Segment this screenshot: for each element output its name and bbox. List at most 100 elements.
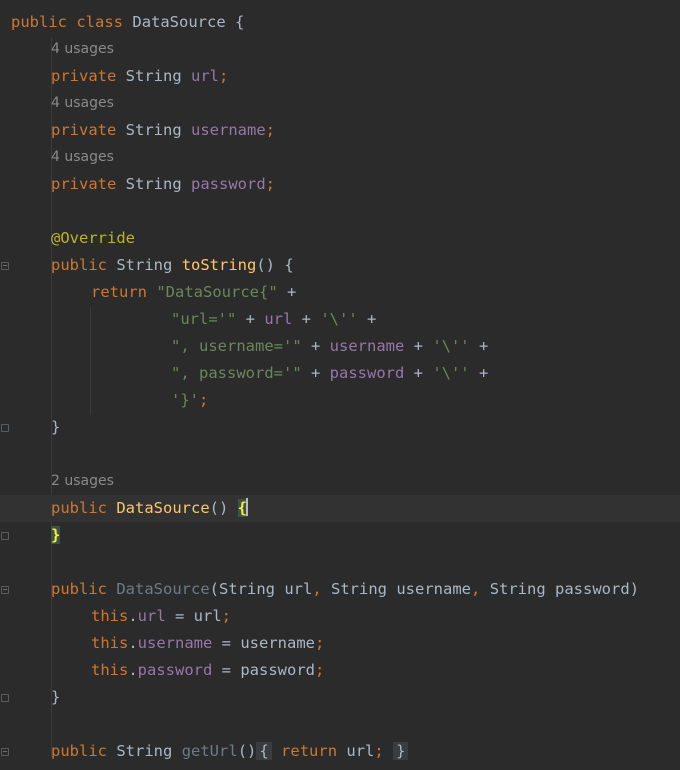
field-url: url: [264, 310, 293, 328]
string-literal: '\'': [432, 364, 470, 382]
code-line[interactable]: ", password='" + password + '\'' +: [0, 360, 680, 387]
keyword-private: private: [51, 121, 117, 139]
brace: }: [51, 688, 61, 706]
type-name: String: [116, 256, 173, 274]
semicolon: ;: [314, 661, 325, 679]
code-line[interactable]: public String getUrl(){ return url; }: [0, 738, 680, 765]
operator: +: [301, 364, 330, 382]
type-name: String: [219, 580, 276, 598]
usages-link[interactable]: 2 usages: [51, 473, 114, 489]
usages-link[interactable]: 4 usages: [51, 41, 114, 57]
dot: .: [128, 661, 138, 679]
semicolon: ;: [221, 607, 232, 625]
type-name: String: [489, 580, 546, 598]
code-line[interactable]: ", username='" + username + '\'' +: [0, 333, 680, 360]
code-line[interactable]: "url='" + url + '\'' +: [0, 306, 680, 333]
param-username: username: [387, 580, 472, 598]
keyword-public: public: [51, 580, 107, 598]
code-line[interactable]: private String username;: [0, 117, 680, 144]
field-password: password: [329, 364, 405, 382]
string-literal: '\'': [432, 337, 470, 355]
code-editor[interactable]: public class DataSource { 4 usages priva…: [0, 0, 680, 770]
code-line[interactable]: this.url = url;: [0, 603, 680, 630]
code-line[interactable]: private String password;: [0, 171, 680, 198]
code-line[interactable]: public class DataSource {: [0, 9, 680, 36]
type-name: String: [125, 175, 182, 193]
string-literal: '}': [171, 391, 199, 409]
matched-brace: }: [51, 526, 61, 544]
code-line[interactable]: private String url;: [0, 63, 680, 90]
field-username: username: [329, 337, 405, 355]
brace: }: [51, 418, 61, 436]
parens: (): [237, 742, 257, 760]
operator: +: [404, 364, 433, 382]
type-name: String: [125, 67, 182, 85]
keyword-private: private: [51, 175, 117, 193]
parens: (): [209, 499, 238, 517]
code-line[interactable]: }: [0, 522, 680, 549]
usages-link[interactable]: 4 usages: [51, 149, 114, 165]
keyword-public: public: [51, 499, 107, 517]
comma: ,: [312, 580, 332, 598]
string-literal: '\'': [320, 310, 358, 328]
paren: (: [209, 580, 220, 598]
constructor-name-unused: DataSource: [116, 580, 210, 598]
string-literal: ", username='": [171, 337, 302, 355]
operator: +: [236, 310, 265, 328]
folded-region-open[interactable]: {: [256, 742, 272, 760]
usages-link[interactable]: 4 usages: [51, 95, 114, 111]
dot: .: [128, 607, 138, 625]
paren: ): [629, 580, 640, 598]
usages-hint[interactable]: 4 usages: [0, 90, 680, 117]
operator: +: [469, 337, 489, 355]
brace: {: [235, 13, 245, 31]
comma: ,: [471, 580, 490, 598]
constructor-name: DataSource: [116, 499, 210, 517]
keyword-class: class: [76, 13, 124, 31]
method-signature-rest: () {: [256, 256, 294, 274]
semicolon: ;: [199, 391, 209, 409]
text-caret: [246, 498, 249, 516]
code-line[interactable]: this.password = password;: [0, 657, 680, 684]
method-geturl: getUrl: [181, 742, 238, 760]
code-line[interactable]: public DataSource(String url, String use…: [0, 576, 680, 603]
usages-hint[interactable]: 2 usages: [0, 468, 680, 495]
keyword-public: public: [51, 256, 107, 274]
code-line[interactable]: }: [0, 684, 680, 711]
assignment: = username: [212, 634, 315, 652]
keyword-private: private: [51, 67, 117, 85]
code-line[interactable]: public String toString() {: [0, 252, 680, 279]
operator: +: [404, 337, 433, 355]
assignment: = url: [165, 607, 222, 625]
operator: +: [292, 310, 321, 328]
param-password: password: [545, 580, 630, 598]
code-line-current[interactable]: public DataSource() {: [0, 495, 680, 522]
code-line[interactable]: @Override: [0, 225, 680, 252]
code-line[interactable]: '}';: [0, 387, 680, 414]
assignment: = password: [212, 661, 315, 679]
folded-region-close[interactable]: }: [393, 742, 409, 760]
field-url: url: [337, 742, 375, 760]
keyword-public: public: [11, 13, 67, 31]
code-line[interactable]: return "DataSource{" +: [0, 279, 680, 306]
type-name: String: [125, 121, 182, 139]
operator: +: [469, 364, 489, 382]
keyword-this: this: [91, 607, 129, 625]
field-url: url: [137, 607, 166, 625]
string-literal: "url='": [171, 310, 237, 328]
usages-hint[interactable]: 4 usages: [0, 144, 680, 171]
semicolon: ;: [374, 742, 384, 760]
dot: .: [128, 634, 138, 652]
usages-hint[interactable]: 4 usages: [0, 36, 680, 63]
method-tostring: toString: [181, 256, 257, 274]
code-line[interactable]: this.username = username;: [0, 630, 680, 657]
semicolon: ;: [314, 634, 325, 652]
operator: +: [301, 337, 330, 355]
code-line[interactable]: }: [0, 414, 680, 441]
type-name: String: [116, 742, 173, 760]
semicolon: ;: [219, 67, 229, 85]
param-url: url: [275, 580, 313, 598]
semicolon: ;: [265, 121, 276, 139]
field-password: password: [137, 661, 213, 679]
class-name: DataSource: [132, 13, 226, 31]
